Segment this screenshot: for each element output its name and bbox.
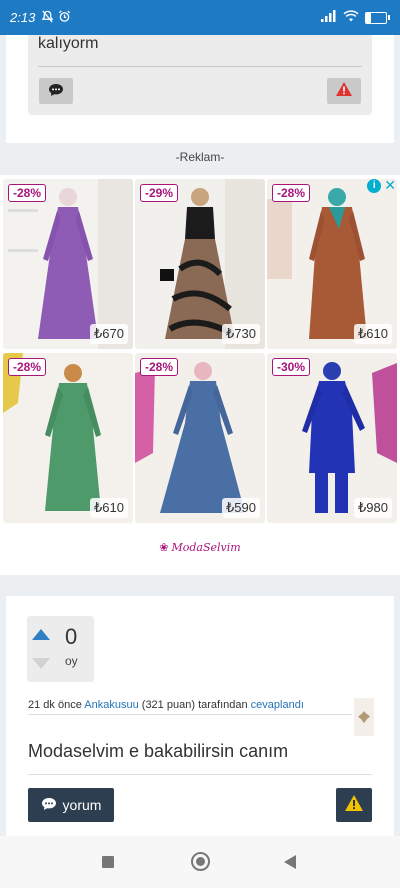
by-text: tarafından (198, 699, 248, 711)
battery-icon: 27 (365, 11, 390, 24)
ad-area[interactable]: i ✕ -28% ₺670 -29% ₺730 -28% ₺610 -28% ₺… (0, 175, 400, 575)
adchoices[interactable]: i ✕ (367, 177, 396, 194)
comment-button[interactable]: yorum (28, 788, 114, 822)
answered-link[interactable]: cevaplandı (251, 699, 304, 711)
answer-user-link[interactable]: Ankakusuu (84, 699, 138, 711)
battery-level: 27 (371, 13, 381, 22)
user-points: (321 puan) (141, 699, 195, 711)
discount-badge: -28% (8, 358, 47, 376)
close-icon[interactable]: ✕ (384, 177, 396, 194)
previous-answer-box: kalıyorm (28, 35, 372, 115)
ad-product-1[interactable]: -28% ₺670 (3, 179, 133, 349)
warning-icon (344, 794, 364, 817)
brand-logo[interactable]: ❀ ModaSelvim (0, 541, 400, 554)
comment-button[interactable] (39, 78, 73, 104)
alarm-icon (58, 9, 71, 26)
comment-icon (48, 83, 64, 100)
price: ₺590 (222, 498, 260, 518)
discount-badge: -28% (272, 184, 311, 202)
ad-product-4[interactable]: -28% ₺610 (3, 353, 133, 523)
divider (28, 714, 352, 715)
discount-badge: -28% (8, 184, 47, 202)
discount-badge: -28% (140, 358, 179, 376)
status-time: 2:13 (10, 10, 36, 25)
status-bar: 2:13 27 (0, 0, 400, 35)
arrow-down-icon[interactable] (32, 658, 50, 669)
recents-icon[interactable] (102, 856, 114, 868)
arrow-up-icon[interactable] (32, 629, 50, 640)
answer-text: Modaselvim e bakabilirsin canım (28, 741, 289, 761)
home-icon[interactable] (191, 852, 210, 871)
ad-product-2[interactable]: -29% ₺730 (135, 179, 265, 349)
discount-badge: -29% (140, 184, 179, 202)
brand-name: ModaSelvim (171, 541, 241, 554)
vote-box: 0 oy (27, 616, 94, 682)
info-icon[interactable]: i (367, 178, 382, 193)
back-icon[interactable] (284, 855, 296, 869)
vote-count: 0 (65, 624, 78, 649)
price: ₺610 (354, 324, 392, 344)
price: ₺670 (90, 324, 128, 344)
wifi-icon (343, 10, 359, 25)
divider (28, 774, 372, 775)
avatar[interactable] (354, 698, 374, 736)
signal-icon (321, 10, 337, 25)
price: ₺980 (354, 498, 392, 518)
price: ₺730 (222, 324, 260, 344)
previous-answer-text: kalıyorm (38, 35, 99, 52)
answer-meta: 21 dk önce Ankakusuu (321 puan) tarafınd… (28, 699, 304, 711)
ad-product-3[interactable]: -28% ₺610 (267, 179, 397, 349)
discount-badge: -30% (272, 358, 311, 376)
comment-button-label: yorum (62, 797, 102, 813)
ad-product-6[interactable]: -30% ₺980 (267, 353, 397, 523)
divider (38, 66, 362, 67)
ad-product-5[interactable]: -28% ₺590 (135, 353, 265, 523)
system-nav-bar (0, 836, 400, 888)
comment-icon (41, 797, 57, 814)
ad-label: -Reklam- (175, 150, 225, 164)
report-button[interactable] (336, 788, 372, 822)
notifications-muted-icon (41, 10, 54, 26)
answer-time: 21 dk önce (28, 699, 82, 711)
vote-unit: oy (65, 654, 78, 668)
warning-icon (335, 81, 353, 102)
price: ₺610 (90, 498, 128, 518)
report-button[interactable] (327, 78, 361, 104)
answer-card: 0 oy 21 dk önce Ankakusuu (321 puan) tar… (6, 596, 394, 836)
lotus-icon: ❀ (159, 541, 169, 554)
